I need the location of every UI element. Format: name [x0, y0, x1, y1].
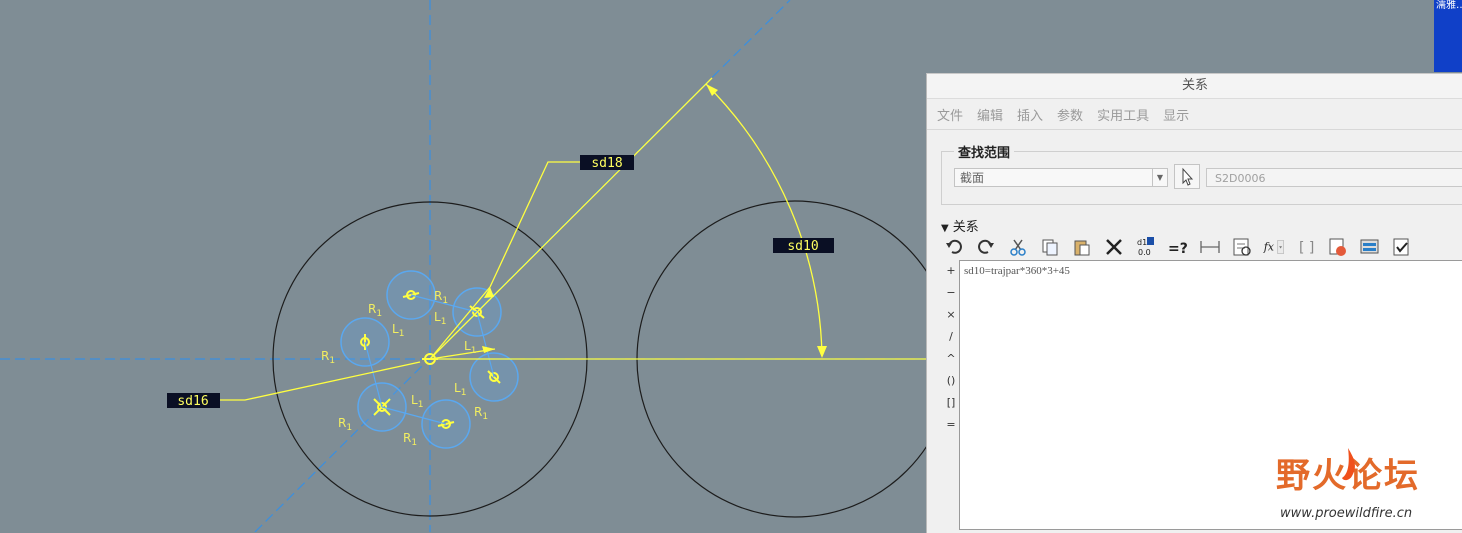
menu-insert[interactable]: 插入 — [1017, 105, 1043, 124]
look-in-select[interactable]: 截面 ▼ — [954, 168, 1168, 187]
export-icon[interactable] — [1391, 236, 1413, 258]
r-label: R1 — [474, 405, 488, 422]
dim-sd18[interactable]: sd18 — [580, 155, 634, 171]
section-name-field[interactable]: S2D0006 — [1206, 168, 1462, 187]
forum-watermark: 野火论坛 www.proewildfire.cn — [1276, 446, 1456, 526]
angle-arc — [705, 83, 823, 357]
svg-text:fx: fx — [1263, 241, 1275, 254]
import-icon[interactable] — [1359, 236, 1381, 258]
r-label: R1 — [403, 431, 417, 448]
menu-file[interactable]: 文件 — [937, 105, 963, 124]
l-label: L1 — [392, 322, 404, 339]
svg-text:=?: =? — [1168, 241, 1188, 257]
insert-parameter-icon[interactable]: [ ] — [1295, 236, 1317, 258]
corner-text: 濡雅… — [1436, 0, 1462, 11]
dialog-title: 关系 — [927, 74, 1462, 99]
flame-icon — [1342, 448, 1355, 481]
copy-icon[interactable] — [1039, 236, 1061, 258]
svg-text:[ ]: [ ] — [1299, 240, 1314, 256]
operator-power[interactable]: ^ — [941, 348, 961, 370]
insert-function-icon[interactable]: fx — [1263, 236, 1285, 258]
collapse-triangle-icon[interactable]: ▼ — [941, 223, 949, 234]
operator-plus[interactable]: + — [941, 260, 961, 282]
centerlines — [0, 0, 926, 532]
dimension-arrows — [482, 84, 827, 358]
look-in-title: 查找范围 — [954, 142, 1015, 161]
menu-parameters[interactable]: 参数 — [1057, 105, 1083, 124]
look-in-group: 查找范围 截面 ▼ S2D0006 — [941, 142, 1462, 205]
svg-text:d1: d1 — [1137, 238, 1147, 247]
l-label: L1 — [411, 393, 423, 410]
svg-text:sd16: sd16 — [177, 394, 208, 409]
operator-divide[interactable]: / — [941, 326, 961, 348]
r-label: R1 — [368, 302, 382, 319]
l-label: L1 — [434, 310, 446, 327]
svg-text:0.0: 0.0 — [1138, 248, 1151, 257]
background-window-corner[interactable]: 濡雅… — [1434, 0, 1462, 72]
operator-minus[interactable]: − — [941, 282, 961, 304]
svg-text:sd18: sd18 — [591, 156, 622, 171]
dim-sd10[interactable]: sd10 — [773, 238, 834, 254]
relations-toolbar: d1 0.0 =? fx [ ] — [943, 234, 1423, 260]
chevron-down-icon[interactable]: ▼ — [1152, 169, 1167, 186]
relation-line[interactable]: sd10=trajpar*360*3+45 — [964, 265, 1070, 277]
delete-icon[interactable] — [1103, 236, 1125, 258]
verify-icon[interactable] — [1327, 236, 1349, 258]
angle-ray — [429, 77, 713, 360]
svg-text:sd10: sd10 — [787, 239, 818, 254]
switch-dimensions-icon[interactable]: d1 0.0 — [1135, 236, 1157, 258]
operator-column: + − × / ^ () [] = — [941, 260, 961, 436]
paste-icon[interactable] — [1071, 236, 1093, 258]
menu-utilities[interactable]: 实用工具 — [1097, 105, 1149, 124]
relations-label: 关系 — [952, 220, 979, 235]
menu-bar: 文件 编辑 插入 参数 实用工具 显示 — [927, 99, 1462, 130]
menu-show[interactable]: 显示 — [1163, 105, 1189, 124]
r-label: R1 — [321, 349, 335, 366]
r-label: R1 — [338, 416, 352, 433]
r-label: R1 — [434, 289, 448, 306]
operator-brackets[interactable]: [] — [941, 392, 961, 414]
cut-icon[interactable] — [1007, 236, 1029, 258]
sort-icon[interactable] — [1231, 236, 1253, 258]
undo-icon[interactable] — [943, 236, 965, 258]
operator-multiply[interactable]: × — [941, 304, 961, 326]
operator-parentheses[interactable]: () — [941, 370, 961, 392]
operator-equals[interactable]: = — [941, 414, 961, 436]
l-label: L1 — [454, 381, 466, 398]
cursor-arrow-icon — [1182, 167, 1194, 186]
dim-sd16[interactable]: sd16 — [167, 393, 220, 409]
redo-icon[interactable] — [975, 236, 997, 258]
menu-edit[interactable]: 编辑 — [977, 105, 1003, 124]
show-dimension-icon[interactable] — [1199, 236, 1221, 258]
sd18-leader — [489, 161, 582, 288]
look-in-value: 截面 — [960, 171, 985, 185]
watermark-url: www.proewildfire.cn — [1280, 506, 1413, 521]
relations-section-header[interactable]: ▼ 关系 — [941, 216, 979, 235]
evaluate-icon[interactable]: =? — [1167, 236, 1189, 258]
select-entity-button[interactable] — [1174, 164, 1200, 189]
